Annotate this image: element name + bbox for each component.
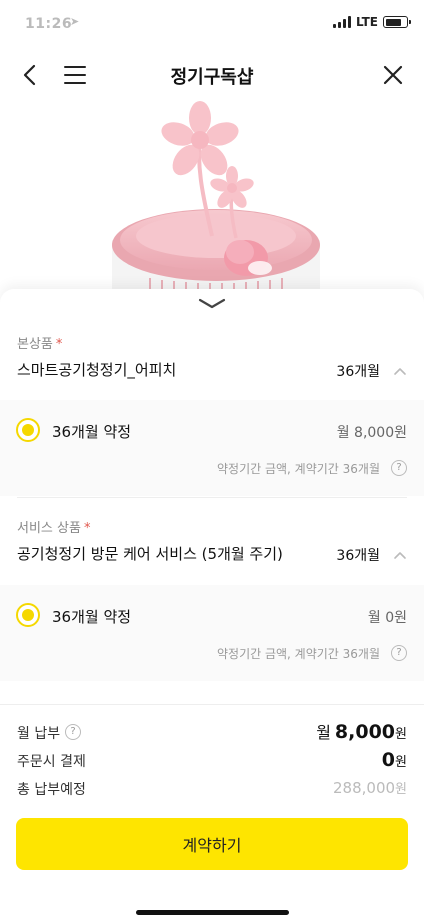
network-label: LTE — [355, 15, 378, 29]
total-payment-value: 288,000원 — [333, 778, 407, 797]
monthly-unit: 원 — [395, 727, 407, 742]
order-amount: 0 — [381, 749, 396, 771]
service-product-label: 서비스 상품 * — [17, 517, 90, 536]
close-icon[interactable] — [380, 62, 406, 88]
total-unit: 원 — [395, 782, 407, 797]
main-product-label: 본상품 * — [17, 333, 62, 352]
main-product-period[interactable]: 36개월 — [336, 361, 380, 381]
option-price: 월 0원 — [367, 610, 407, 626]
main-product-name: 스마트공기청정기_어피치 — [17, 361, 177, 379]
service-product-period[interactable]: 36개월 — [336, 545, 380, 565]
help-icon[interactable]: ? — [391, 460, 407, 476]
option-label: 36개월 약정 — [52, 608, 132, 626]
divider — [17, 497, 407, 498]
nav-bar: 정기구독샵 — [0, 50, 424, 100]
service-product-label-text: 서비스 상품 — [17, 521, 81, 536]
help-icon[interactable]: ? — [65, 724, 81, 740]
monthly-payment-value: 월 8,000원 — [316, 719, 407, 743]
location-icon: ➤ — [70, 15, 80, 28]
air-purifier-illustration — [112, 101, 320, 300]
radio-selected[interactable] — [16, 418, 40, 442]
option-note: 약정기간 금액, 계약기간 36개월 — [216, 647, 380, 661]
option-price: 월 8,000원 — [336, 425, 407, 441]
home-indicator — [136, 910, 289, 915]
main-product-label-text: 본상품 — [17, 337, 53, 352]
radio-selected[interactable] — [16, 603, 40, 627]
total-payment-label: 총 납부예정 — [17, 782, 86, 798]
chevron-up-icon[interactable] — [392, 363, 408, 379]
status-indicators: LTE — [332, 15, 411, 29]
product-image — [0, 100, 424, 300]
back-icon[interactable] — [18, 62, 44, 88]
monthly-payment-label: 월 납부 — [17, 726, 61, 742]
signal-icon — [332, 16, 351, 28]
battery-icon — [383, 16, 411, 28]
required-mark: * — [83, 521, 91, 536]
status-time: 11:26 — [25, 16, 73, 32]
order-payment-value: 0원 — [382, 749, 407, 771]
service-product-option[interactable]: 36개월 약정 월 0원 약정기간 금액, 계약기간 36개월 ? — [0, 585, 424, 681]
chevron-down-icon[interactable] — [197, 297, 227, 311]
option-note: 약정기간 금액, 계약기간 36개월 — [216, 462, 380, 476]
status-bar: 11:26 ➤ LTE — [0, 0, 424, 50]
order-unit: 원 — [395, 755, 407, 770]
required-mark: * — [55, 337, 63, 352]
total-amount: 288,000 — [333, 779, 396, 797]
help-icon[interactable]: ? — [391, 645, 407, 661]
order-payment-label: 주문시 결제 — [17, 754, 86, 770]
menu-icon[interactable] — [62, 62, 88, 88]
monthly-amount: 8,000 — [334, 721, 396, 743]
divider — [0, 704, 424, 705]
monthly-prefix: 월 — [316, 723, 331, 742]
main-product-option[interactable]: 36개월 약정 월 8,000원 약정기간 금액, 계약기간 36개월 ? — [0, 400, 424, 496]
service-product-name: 공기청정기 방문 케어 서비스 (5개월 주기) — [17, 545, 283, 563]
contract-button[interactable]: 계약하기 — [16, 818, 408, 870]
chevron-up-icon[interactable] — [392, 547, 408, 563]
option-label: 36개월 약정 — [52, 423, 132, 441]
